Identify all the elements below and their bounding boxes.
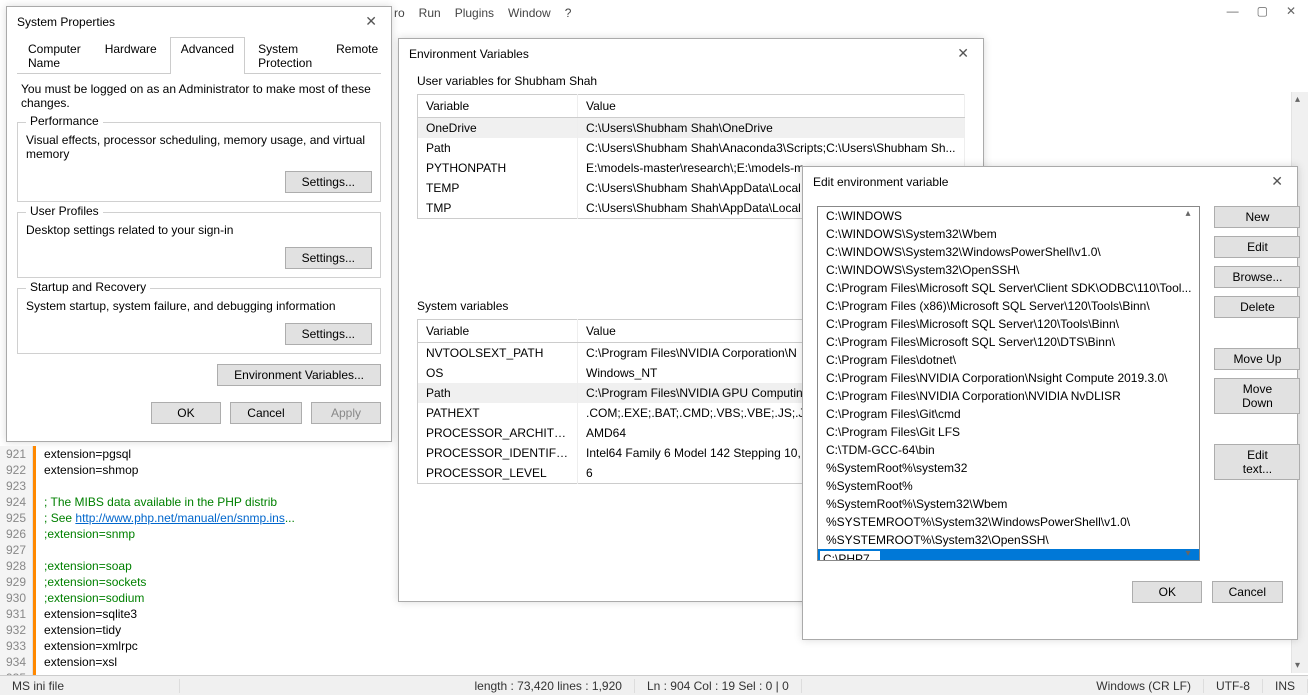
status-position: Ln : 904 Col : 19 Sel : 0 | 0 <box>635 679 802 693</box>
list-item[interactable]: C:\Program Files\Git\cmd <box>818 405 1199 423</box>
close-icon[interactable]: ✕ <box>1286 4 1296 18</box>
col-variable[interactable]: Variable <box>418 95 578 118</box>
move-down-button[interactable]: Move Down <box>1214 378 1300 414</box>
environment-variables-button[interactable]: Environment Variables... <box>217 364 381 386</box>
userprofiles-settings-button[interactable]: Settings... <box>285 247 372 269</box>
ok-button[interactable]: OK <box>151 402 221 424</box>
apply-button: Apply <box>311 402 381 424</box>
status-length: length : 73,420 lines : 1,920 <box>462 679 634 693</box>
performance-desc: Visual effects, processor scheduling, me… <box>26 133 372 161</box>
status-eol: Windows (CR LF) <box>1084 679 1204 693</box>
list-item[interactable]: C:\Program Files\NVIDIA Corporation\Nsig… <box>818 369 1199 387</box>
close-icon[interactable]: ✕ <box>361 13 381 30</box>
list-item[interactable]: C:\Program Files\Microsoft SQL Server\Cl… <box>818 279 1199 297</box>
userprofiles-desc: Desktop settings related to your sign-in <box>26 223 372 237</box>
window-controls: — ▢ ✕ <box>1215 0 1308 22</box>
user-vars-label: User variables for Shubham Shah <box>417 74 965 88</box>
list-item[interactable]: C:\Program Files\dotnet\ <box>818 351 1199 369</box>
browse-button[interactable]: Browse... <box>1214 266 1300 288</box>
status-encoding: UTF-8 <box>1204 679 1263 693</box>
tab-system-protection[interactable]: System Protection <box>247 37 323 74</box>
tab-remote[interactable]: Remote <box>325 37 389 74</box>
list-item[interactable]: C:\Program Files\Microsoft SQL Server\12… <box>818 315 1199 333</box>
startup-settings-button[interactable]: Settings... <box>285 323 372 345</box>
performance-group-title: Performance <box>26 114 103 128</box>
maximize-icon[interactable]: ▢ <box>1257 4 1268 18</box>
minimize-icon[interactable]: — <box>1227 4 1239 18</box>
list-item[interactable]: C:\Program Files\Git LFS <box>818 423 1199 441</box>
status-bar: MS ini file length : 73,420 lines : 1,92… <box>0 675 1308 695</box>
menu-item[interactable]: Window <box>508 6 551 20</box>
menu-item[interactable]: ? <box>565 6 572 20</box>
list-item[interactable]: C:\WINDOWS\System32\WindowsPowerShell\v1… <box>818 243 1199 261</box>
status-insert-mode: INS <box>1263 679 1308 693</box>
close-icon[interactable]: ✕ <box>1267 173 1287 190</box>
cancel-button[interactable]: Cancel <box>230 402 301 424</box>
app-menubar: ro Run Plugins Window? <box>394 0 571 26</box>
edit-button[interactable]: Edit <box>1214 236 1300 258</box>
status-filetype: MS ini file <box>0 679 180 693</box>
sysprops-tabs: Computer NameHardwareAdvancedSystem Prot… <box>17 36 381 74</box>
menu-item[interactable]: Plugins <box>455 6 494 20</box>
dialog-title: Environment Variables <box>409 47 529 61</box>
menu-item[interactable]: Run <box>419 6 441 20</box>
system-properties-dialog: System Properties ✕ Computer NameHardwar… <box>6 6 392 442</box>
list-item[interactable]: C:\Program Files\NVIDIA Corporation\NVID… <box>818 387 1199 405</box>
move-up-button[interactable]: Move Up <box>1214 348 1300 370</box>
tab-computer-name[interactable]: Computer Name <box>17 37 92 74</box>
menu-item[interactable]: ro <box>394 6 405 20</box>
tab-hardware[interactable]: Hardware <box>94 37 168 74</box>
list-item[interactable]: C:\WINDOWS <box>818 207 1199 225</box>
admin-warning: You must be logged on as an Administrato… <box>7 74 391 112</box>
tab-advanced[interactable]: Advanced <box>170 37 245 74</box>
startup-group-title: Startup and Recovery <box>26 280 150 294</box>
userprofiles-group-title: User Profiles <box>26 204 103 218</box>
delete-button[interactable]: Delete <box>1214 296 1300 318</box>
dialog-title: Edit environment variable <box>813 175 948 189</box>
col-value[interactable]: Value <box>578 95 965 118</box>
new-button[interactable]: New <box>1214 206 1300 228</box>
list-item[interactable]: C:\WINDOWS\System32\Wbem <box>818 225 1199 243</box>
col-variable[interactable]: Variable <box>418 320 578 343</box>
table-row[interactable]: OneDriveC:\Users\Shubham Shah\OneDrive <box>418 118 965 139</box>
performance-settings-button[interactable]: Settings... <box>285 171 372 193</box>
close-icon[interactable]: ✕ <box>953 45 973 62</box>
list-item[interactable]: C:\Program Files (x86)\Microsoft SQL Ser… <box>818 297 1199 315</box>
code-editor[interactable]: 9219229239249259269279289299309319329339… <box>0 446 1308 675</box>
startup-desc: System startup, system failure, and debu… <box>26 299 372 313</box>
list-item[interactable]: C:\Program Files\Microsoft SQL Server\12… <box>818 333 1199 351</box>
dialog-title: System Properties <box>17 15 115 29</box>
list-item[interactable]: C:\WINDOWS\System32\OpenSSH\ <box>818 261 1199 279</box>
table-row[interactable]: PathC:\Users\Shubham Shah\Anaconda3\Scri… <box>418 138 965 158</box>
